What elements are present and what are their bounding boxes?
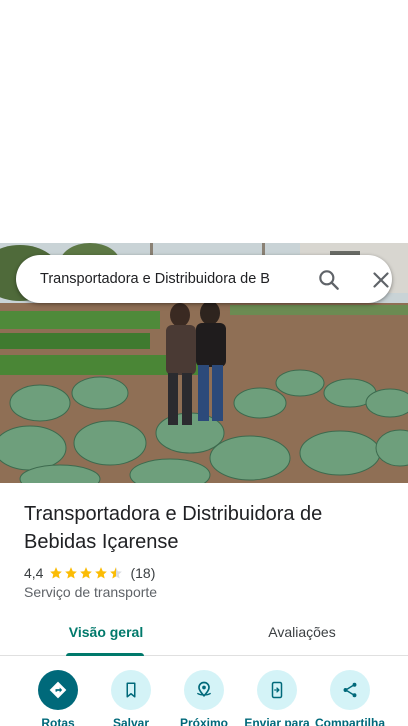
tab-reviews-label: Avaliações	[268, 624, 336, 640]
search-icon[interactable]	[316, 267, 342, 293]
tab-selected-indicator	[66, 653, 144, 656]
send-to-phone-button[interactable]: Enviar para	[237, 666, 317, 726]
star-icon	[50, 567, 63, 579]
share-button[interactable]: Compartilha	[310, 666, 390, 726]
rating-row[interactable]: 4,4 (18)	[24, 563, 155, 583]
directions-icon	[49, 681, 67, 699]
close-icon[interactable]	[368, 267, 394, 293]
directions-button[interactable]: Rotas	[18, 666, 98, 726]
half-star-icon	[110, 567, 123, 579]
nearby-icon	[196, 681, 212, 698]
bookmark-icon	[126, 682, 136, 698]
action-bar: Rotas Salvar Próximo Enviar para Compart…	[0, 666, 408, 726]
nearby-button[interactable]: Próximo	[164, 666, 244, 726]
star-icon	[65, 567, 78, 579]
tab-overview-label: Visão geral	[68, 624, 144, 640]
save-label: Salvar	[112, 716, 150, 726]
tab-bar: Visão geral Avaliações	[0, 616, 408, 656]
share-label: Compartilha	[314, 716, 385, 726]
tab-overview[interactable]: Visão geral	[56, 616, 156, 656]
star-icon	[95, 567, 108, 579]
nearby-label: Próximo	[179, 716, 228, 726]
save-button[interactable]: Salvar	[91, 666, 171, 726]
rating-value: 4,4	[24, 565, 44, 581]
share-icon	[343, 682, 357, 698]
map-blank-area	[0, 0, 408, 243]
search-bar[interactable]: Transportadora e Distribuidora de B	[16, 255, 392, 303]
star-icon	[80, 567, 93, 579]
directions-label: Rotas	[41, 716, 75, 726]
place-title: Transportadora e Distribuidora de Bebida…	[24, 503, 323, 553]
send-to-phone-icon	[271, 681, 283, 699]
rating-stars	[49, 566, 124, 580]
search-input[interactable]: Transportadora e Distribuidora de B	[40, 255, 302, 303]
send-to-phone-label: Enviar para	[244, 716, 310, 726]
review-count[interactable]: (18)	[130, 565, 155, 581]
place-category: Serviço de transporte	[24, 584, 158, 600]
tab-reviews[interactable]: Avaliações	[252, 616, 352, 656]
